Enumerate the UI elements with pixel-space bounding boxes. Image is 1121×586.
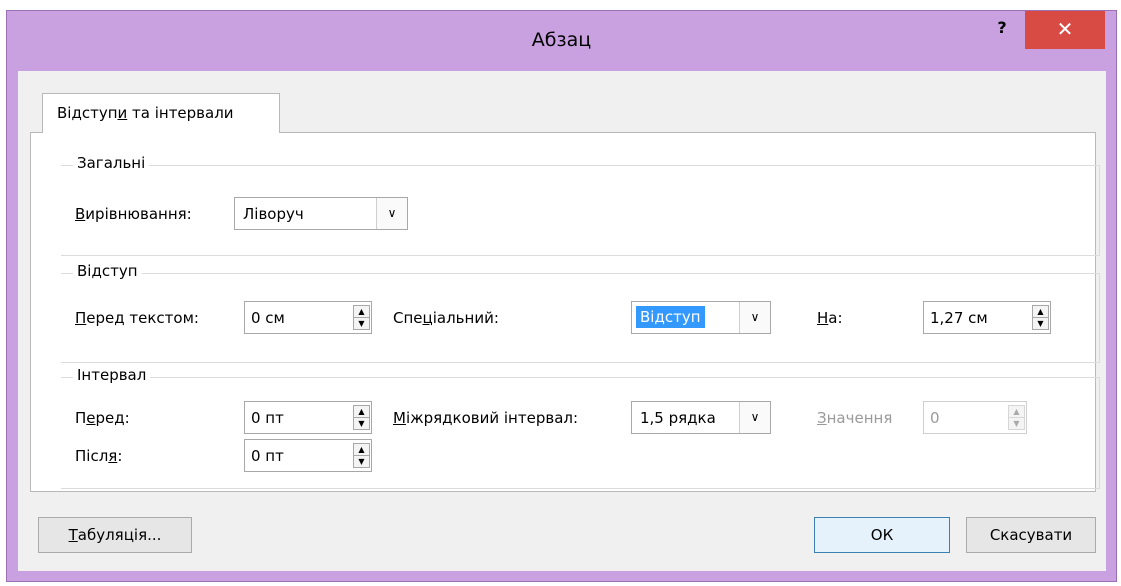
tabs-button-accesskey: Т — [68, 526, 78, 544]
spacing-before-text: ред: — [95, 409, 130, 427]
ok-button[interactable]: ОК — [814, 517, 950, 553]
alignment-label: Вирівнювання: — [75, 205, 192, 223]
line-spacing-label: Міжрядковий інтервал: — [393, 409, 578, 427]
chevron-down-icon[interactable]: ∨ — [739, 302, 770, 333]
alignment-label-text: ирівнювання: — [85, 205, 192, 223]
title-bar: Абзац ? ✕ — [7, 11, 1116, 69]
group-title-indent: Відступ — [73, 262, 142, 280]
spacing-after-text: Післ — [75, 447, 109, 465]
help-button[interactable]: ? — [987, 15, 1017, 45]
alignment-value: Ліворуч — [243, 205, 304, 223]
chevron-down-icon[interactable]: ∨ — [739, 402, 770, 433]
indent-by-text: а: — [828, 309, 843, 327]
indent-before-text: еред текстом: — [86, 309, 199, 327]
group-title-general: Загальні — [73, 154, 150, 172]
indent-by-value: 1,27 см — [930, 309, 988, 327]
close-button[interactable]: ✕ — [1025, 11, 1105, 49]
spacing-at-accesskey: З — [817, 409, 827, 427]
indent-by-accesskey: Н — [817, 309, 829, 327]
alignment-select[interactable]: Ліворуч ∨ — [234, 197, 408, 230]
special-label: Спеціальний: — [393, 309, 499, 327]
spin-up-icon: ▲ — [1009, 406, 1024, 418]
spacing-before-value: 0 пт — [251, 409, 284, 427]
indent-before-spinner[interactable]: 0 см ▲ ▼ — [244, 301, 372, 334]
tab-panel: Загальні Вирівнювання: Ліворуч ∨ Відступ… — [30, 132, 1100, 492]
spacing-before-text: П — [75, 409, 87, 427]
spinner-buttons: ▲ ▼ — [353, 305, 370, 330]
dialog-title: Абзац — [531, 29, 592, 51]
indent-before-accesskey: П — [75, 309, 87, 327]
spacing-after-label: Після: — [75, 447, 122, 465]
spacing-at-value: 0 — [930, 409, 940, 427]
indent-before-value: 0 см — [251, 309, 285, 327]
spacing-at-label: Значення — [817, 409, 892, 427]
tab-label-part: Відступ — [57, 104, 118, 122]
special-label-text: іальний: — [432, 309, 499, 327]
spin-down-icon: ▼ — [1013, 419, 1020, 428]
spacing-at-spinner: 0 ▲ ▼ — [923, 401, 1027, 434]
spin-down-icon[interactable]: ▼ — [354, 456, 369, 467]
spacing-after-accesskey: я — [108, 447, 118, 465]
spin-down-icon[interactable]: ▼ — [354, 318, 369, 329]
spin-up-icon[interactable]: ▲ — [354, 444, 369, 456]
spacing-after-value: 0 пт — [251, 447, 284, 465]
tab-label-part: та інтервали — [127, 104, 234, 122]
spin-down-icon[interactable]: ▼ — [1033, 318, 1048, 329]
spacing-after-text: : — [117, 447, 123, 465]
spacing-before-accesskey: е — [86, 409, 96, 427]
spacing-after-spinner[interactable]: 0 пт ▲ ▼ — [244, 439, 372, 472]
spinner-buttons: ▲ ▼ — [353, 405, 370, 430]
special-indent-select[interactable]: Відступ ∨ — [631, 301, 771, 334]
chevron-down-icon[interactable]: ∨ — [376, 198, 407, 229]
spin-down-icon[interactable]: ▼ — [354, 418, 369, 429]
tab-indents-and-spacing[interactable]: Відступи та інтервали — [42, 93, 280, 133]
line-spacing-text: іжрядковий інтервал: — [405, 409, 579, 427]
group-title-spacing: Інтервал — [73, 366, 151, 384]
line-spacing-accesskey: М — [393, 409, 406, 427]
spinner-buttons: ▲ ▼ — [353, 443, 370, 468]
tabs-button[interactable]: Табуляція... — [38, 517, 192, 553]
spin-up-icon[interactable]: ▲ — [354, 406, 369, 418]
tab-label-accesskey: и — [117, 104, 128, 122]
close-icon: ✕ — [1056, 17, 1074, 41]
spin-up-icon[interactable]: ▲ — [354, 306, 369, 318]
line-spacing-value: 1,5 рядка — [640, 409, 716, 427]
cancel-button[interactable]: Скасувати — [966, 517, 1096, 553]
indent-by-label: На: — [817, 309, 843, 327]
line-spacing-select[interactable]: 1,5 рядка ∨ — [631, 401, 771, 434]
spinner-buttons: ▲ ▼ — [1008, 405, 1025, 430]
spacing-before-label: Перед: — [75, 409, 130, 427]
indent-before-label: Перед текстом: — [75, 309, 199, 327]
spacing-before-spinner[interactable]: 0 пт ▲ ▼ — [244, 401, 372, 434]
spacing-at-text: начення — [826, 409, 893, 427]
special-label-text: Спе — [393, 309, 423, 327]
special-label-accesskey: ц — [422, 309, 433, 327]
alignment-label-accesskey: В — [75, 205, 86, 223]
indent-by-spinner[interactable]: 1,27 см ▲ ▼ — [923, 301, 1051, 334]
spin-up-icon[interactable]: ▲ — [1033, 306, 1048, 318]
spinner-buttons: ▲ ▼ — [1032, 305, 1049, 330]
paragraph-dialog: Абзац ? ✕ Відступи та інтервали Загальні… — [6, 10, 1117, 582]
tabs-button-text: абуляція... — [77, 526, 162, 544]
dialog-content: Відступи та інтервали Загальні Вирівнюва… — [18, 71, 1106, 571]
special-indent-value: Відступ — [636, 306, 705, 328]
group-general: Загальні — [61, 154, 1100, 256]
